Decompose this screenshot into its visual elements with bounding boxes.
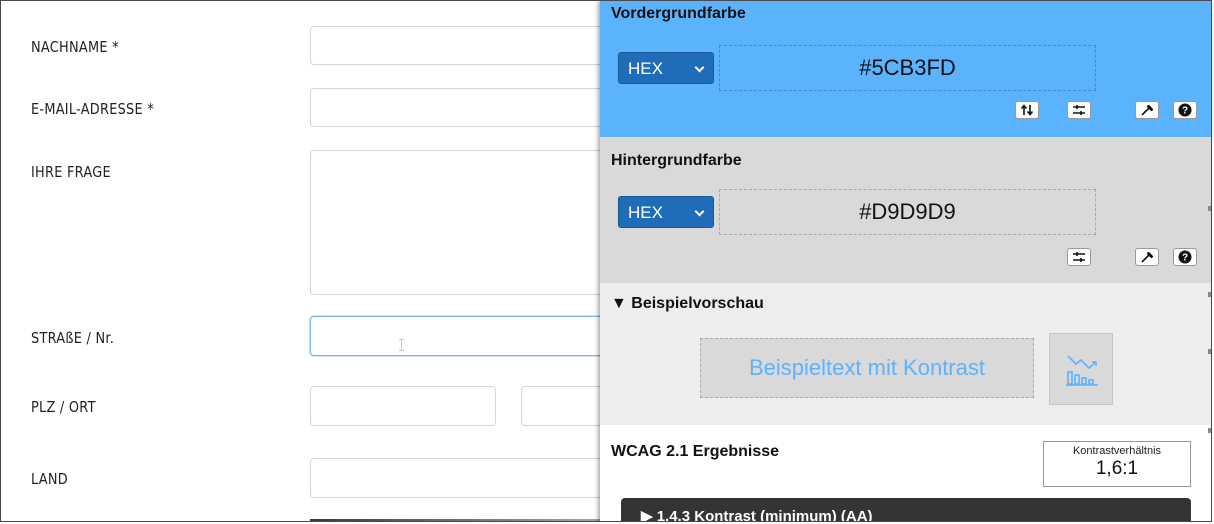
- scrollbar-marker: [1208, 206, 1211, 211]
- eyedropper-icon: [1141, 252, 1153, 263]
- background-sliders-button[interactable]: [1067, 248, 1091, 266]
- background-eyedropper-button[interactable]: [1135, 248, 1159, 266]
- help-icon: ?: [1178, 103, 1192, 117]
- wcag-results-section: WCAG 2.1 Ergebnisse Kontrastverhältnis 1…: [600, 425, 1211, 522]
- contrast-ratio-value: 1,6:1: [1095, 458, 1139, 479]
- swap-colors-button[interactable]: [1015, 101, 1039, 119]
- foreground-eyedropper-button[interactable]: [1135, 101, 1159, 119]
- frage-textarea[interactable]: [310, 150, 610, 295]
- background-title: Hintergrundfarbe: [611, 152, 742, 169]
- chevron-down-icon: [694, 62, 705, 73]
- scrollbar-marker: [1208, 428, 1211, 433]
- plz-input[interactable]: [310, 386, 496, 426]
- scrollbar-marker: [1208, 292, 1211, 297]
- webpage-frame: NACHNAME * E-MAIL-ADRESSE * IHRE FRAGE S…: [0, 0, 1212, 522]
- background-help-button[interactable]: ?: [1173, 248, 1197, 266]
- contrast-chart-button[interactable]: [1049, 333, 1113, 405]
- label-plz-ort: PLZ / ORT: [31, 398, 96, 416]
- foreground-sliders-button[interactable]: [1067, 101, 1091, 119]
- contrast-ratio-label: Kontrastverhältnis: [1072, 445, 1162, 457]
- wcag-title: WCAG 2.1 Ergebnisse: [611, 443, 780, 460]
- preview-section: ▼ Beispielvorschau Beispieltext mit Kont…: [600, 283, 1211, 425]
- foreground-help-button[interactable]: ?: [1173, 101, 1197, 119]
- eyedropper-icon: [1141, 105, 1153, 116]
- nachname-input[interactable]: [310, 26, 610, 65]
- email-input[interactable]: [310, 88, 610, 127]
- preview-toggle[interactable]: ▼ Beispielvorschau: [611, 295, 764, 313]
- foreground-title: Vordergrundfarbe: [611, 5, 746, 22]
- land-input[interactable]: [310, 458, 610, 498]
- background-section: Hintergrundfarbe HEX #D9D9D9 ?: [600, 137, 1211, 283]
- foreground-format-select[interactable]: HEX: [618, 52, 714, 84]
- label-land: LAND: [31, 470, 68, 488]
- contrast-chart-icon: [1066, 355, 1098, 386]
- ort-input[interactable]: [521, 386, 611, 426]
- help-icon: ?: [1178, 250, 1192, 264]
- preview-sample-text: Beispieltext mit Kontrast: [700, 338, 1034, 398]
- strasse-input[interactable]: [310, 316, 610, 356]
- label-email: E-MAIL-ADRESSE *: [31, 100, 154, 118]
- chevron-down-icon: [694, 206, 705, 217]
- label-nachname: NACHNAME *: [31, 38, 119, 56]
- foreground-hex-input[interactable]: #5CB3FD: [719, 45, 1096, 91]
- swap-icon: [1020, 104, 1034, 116]
- contrast-ratio-box: Kontrastverhältnis 1,6:1: [1043, 441, 1191, 487]
- scrollbar-marker: [1208, 349, 1211, 354]
- label-strasse: STRAßE / Nr.: [31, 329, 115, 347]
- criterion-1-4-3-toggle[interactable]: ▶ 1.4.3 Kontrast (minimum) (AA): [621, 498, 1191, 522]
- contrast-checker-panel: Vordergrundfarbe HEX #5CB3FD ? Hintergru…: [600, 1, 1211, 522]
- background-format-value: HEX: [628, 203, 663, 222]
- svg-text:?: ?: [1182, 106, 1188, 117]
- criterion-1-4-3-label: ▶ 1.4.3 Kontrast (minimum) (AA): [641, 508, 873, 522]
- submit-button-edge[interactable]: [310, 519, 610, 521]
- label-frage: IHRE FRAGE: [31, 163, 111, 181]
- background-format-select[interactable]: HEX: [618, 196, 714, 228]
- foreground-format-value: HEX: [628, 59, 663, 78]
- text-cursor-icon: [399, 339, 404, 351]
- svg-text:?: ?: [1182, 253, 1188, 264]
- sliders-icon: [1073, 105, 1085, 115]
- sliders-icon: [1073, 252, 1085, 262]
- foreground-section: Vordergrundfarbe HEX #5CB3FD ?: [600, 1, 1211, 137]
- background-hex-input[interactable]: #D9D9D9: [719, 189, 1096, 235]
